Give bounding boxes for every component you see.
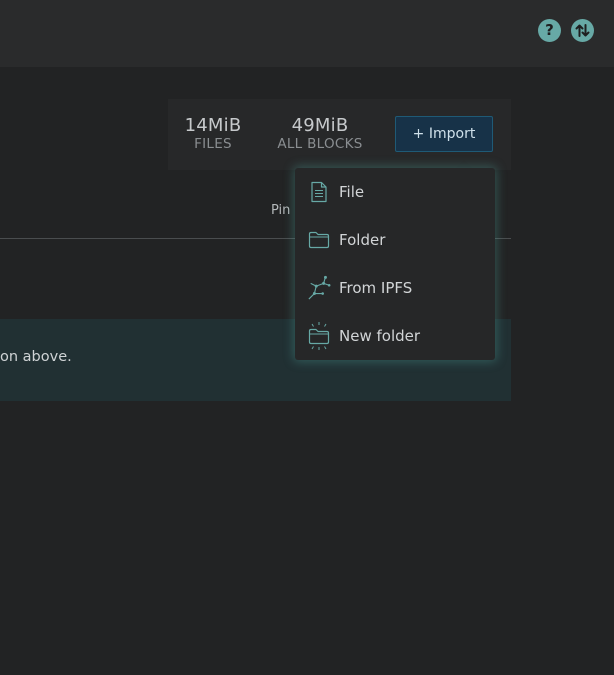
import-dropdown-menu: File Folder From IPFS New folder <box>295 168 495 360</box>
menu-item-new-folder[interactable]: New folder <box>295 312 495 360</box>
transfer-arrows-icon[interactable] <box>571 19 594 42</box>
menu-item-label: New folder <box>339 327 421 345</box>
question-mark-icon[interactable]: ? <box>538 19 561 42</box>
files-size-value: 14MiB <box>184 115 242 136</box>
ipfs-network-icon <box>307 275 331 300</box>
files-size-label: FILES <box>194 136 232 152</box>
menu-item-folder[interactable]: Folder <box>295 216 495 264</box>
new-folder-icon <box>307 322 331 350</box>
all-blocks-value: 49MiB <box>291 115 349 136</box>
pin-column-header[interactable]: Pin <box>271 203 290 218</box>
document-icon <box>307 180 331 204</box>
menu-item-label: Folder <box>339 231 386 249</box>
menu-item-label: File <box>339 183 365 201</box>
menu-item-file[interactable]: File <box>295 168 495 216</box>
folder-icon <box>307 228 331 252</box>
menu-item-from-ipfs[interactable]: From IPFS <box>295 264 495 312</box>
all-blocks-label: ALL BLOCKS <box>277 136 363 152</box>
files-stat: 14MiB FILES <box>183 116 243 153</box>
menu-item-label: From IPFS <box>339 279 413 297</box>
help-glyph: ? <box>545 21 554 39</box>
dropdown-caret <box>456 160 472 168</box>
import-button[interactable]: + Import <box>395 116 493 152</box>
top-bar: ? <box>0 0 614 67</box>
all-blocks-stat: 49MiB ALL BLOCKS <box>271 116 369 153</box>
notice-text: on above. <box>0 349 72 365</box>
